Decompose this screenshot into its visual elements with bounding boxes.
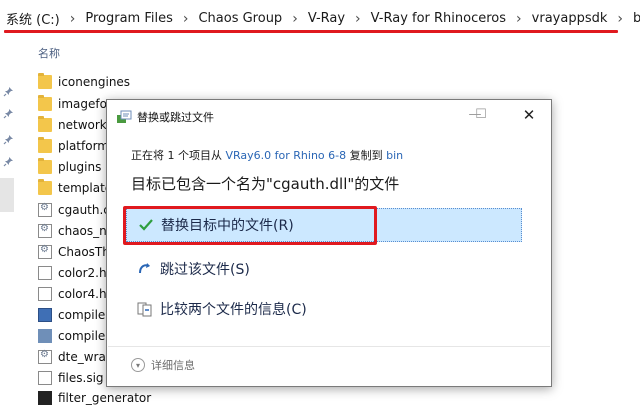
- pin-icon[interactable]: [3, 134, 14, 145]
- file-item[interactable]: plugins: [38, 157, 101, 177]
- file-item[interactable]: compile: [38, 326, 105, 346]
- source-folder-link[interactable]: VRay6.0 for Rhino 6-8: [226, 149, 347, 162]
- file-item[interactable]: platform: [38, 136, 109, 156]
- folder-icon: [38, 179, 52, 195]
- compare-files-option[interactable]: 比较两个文件的信息(C): [126, 292, 522, 326]
- scrollbar-thumb[interactable]: [0, 178, 14, 212]
- folder-icon: [38, 95, 52, 111]
- folder-icon: [38, 158, 52, 174]
- pin-icon[interactable]: [3, 108, 14, 119]
- dialog-title: 替换或跳过文件: [137, 111, 214, 124]
- address-bar[interactable]: 系统 (C:) › Program Files › Chaos Group › …: [0, 0, 640, 34]
- file-item[interactable]: color4.h: [38, 284, 107, 304]
- file-item[interactable]: iconengines: [38, 72, 130, 92]
- skip-file-option[interactable]: 跳过该文件(S): [126, 252, 522, 286]
- dll-icon: [38, 244, 52, 259]
- breadcrumb-item-vrayappsdk[interactable]: vrayappsdk: [532, 11, 608, 26]
- folder-icon: [38, 116, 52, 132]
- destination-folder-link[interactable]: bin: [386, 149, 403, 162]
- breadcrumb-item-program-files[interactable]: Program Files: [85, 11, 173, 26]
- compare-files-icon: [136, 300, 154, 318]
- image-icon: [38, 391, 52, 405]
- chevron-right-icon[interactable]: ›: [355, 11, 361, 27]
- folder-icon: [38, 137, 52, 153]
- chevron-right-icon[interactable]: ›: [292, 11, 298, 27]
- dll-icon: [38, 223, 52, 238]
- dialog-titlebar[interactable]: 替换或跳过文件 — ☐ ✕: [107, 100, 551, 132]
- file-item[interactable]: compile: [38, 305, 105, 325]
- chevron-right-icon[interactable]: ›: [617, 11, 623, 27]
- file-item[interactable]: imagefo: [38, 94, 107, 114]
- file-item[interactable]: cgauth.c: [38, 200, 110, 220]
- breadcrumb-item-vray[interactable]: V-Ray: [308, 11, 345, 26]
- file-icon: [38, 266, 52, 280]
- chevron-right-icon[interactable]: ›: [183, 11, 189, 27]
- conflict-headline: 目标已包含一个名为"cgauth.dll"的文件: [131, 175, 400, 193]
- file-item[interactable]: color2.h: [38, 263, 107, 283]
- annotation-highlight-box: [123, 206, 377, 245]
- divider: [108, 346, 550, 347]
- file-item[interactable]: ChaosTh: [38, 242, 110, 262]
- file-item[interactable]: filter_generator: [38, 388, 151, 408]
- exe-icon: [38, 308, 52, 322]
- replace-or-skip-dialog: 替换或跳过文件 — ☐ ✕ 正在将 1 个项目从 VRay6.0 for Rhi…: [106, 99, 552, 387]
- breadcrumb-item-drive[interactable]: 系统 (C:): [6, 9, 60, 28]
- navigation-pane: [0, 34, 18, 406]
- close-button[interactable]: ✕: [519, 106, 539, 124]
- file-item[interactable]: chaos_n: [38, 221, 107, 241]
- file-item[interactable]: dte_wra: [38, 347, 106, 367]
- chevron-down-icon: ▾: [131, 358, 145, 372]
- copy-files-icon: [116, 109, 132, 123]
- chevron-right-icon[interactable]: ›: [70, 11, 76, 27]
- column-header-name[interactable]: 名称: [38, 45, 60, 61]
- file-icon: [38, 371, 52, 385]
- pin-icon[interactable]: [3, 156, 14, 167]
- breadcrumb-item-bin[interactable]: bin: [633, 11, 640, 26]
- file-item[interactable]: template: [38, 178, 112, 198]
- folder-icon: [38, 73, 52, 89]
- maximize-button[interactable]: ☐: [471, 106, 491, 124]
- pin-icon[interactable]: [3, 86, 14, 97]
- dll-icon: [38, 202, 52, 217]
- cube-icon: [38, 329, 52, 343]
- chevron-right-icon[interactable]: ›: [516, 11, 522, 27]
- copy-status-line: 正在将 1 个项目从 VRay6.0 for Rhino 6-8 复制到 bin: [131, 149, 404, 162]
- annotation-underline: [4, 30, 618, 33]
- breadcrumb-item-chaos-group[interactable]: Chaos Group: [198, 11, 282, 26]
- dll-icon: [38, 349, 52, 364]
- skip-arrow-icon: [136, 260, 154, 278]
- file-item[interactable]: network: [38, 115, 107, 135]
- breadcrumb: 系统 (C:) › Program Files › Chaos Group › …: [6, 9, 640, 29]
- breadcrumb-item-vray-rhino[interactable]: V-Ray for Rhinoceros: [371, 11, 506, 26]
- file-icon: [38, 287, 52, 301]
- details-toggle[interactable]: ▾ 详细信息: [131, 357, 195, 373]
- file-item[interactable]: files.sig: [38, 368, 104, 388]
